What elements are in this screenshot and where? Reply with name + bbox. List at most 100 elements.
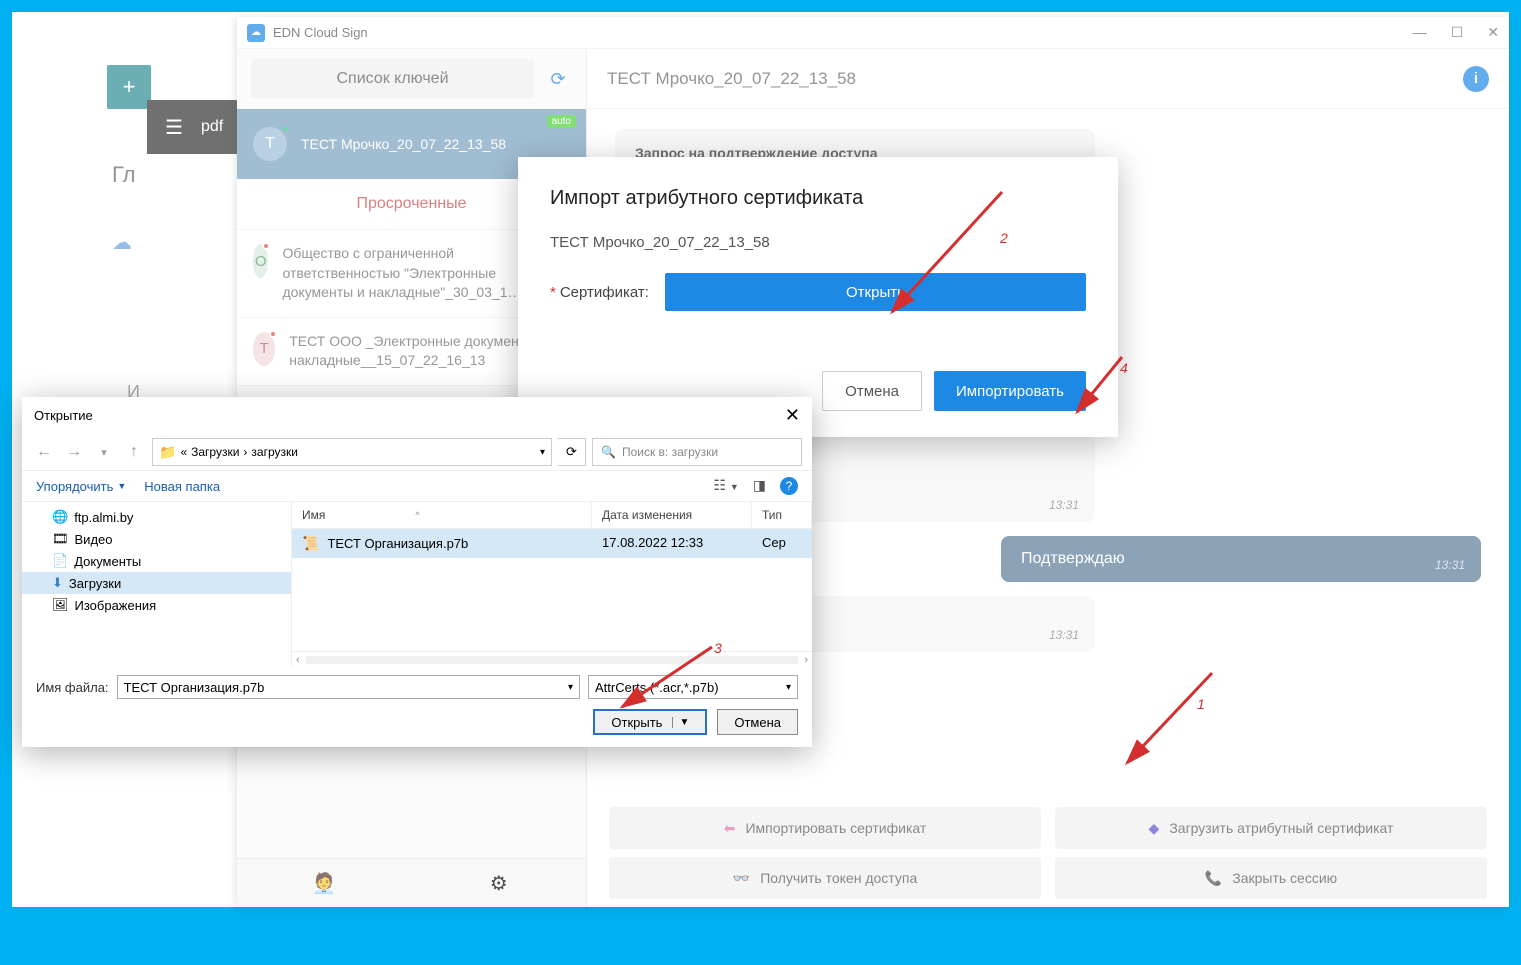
active-key-label: ТЕСТ Мрочко_20_07_22_13_58 <box>301 136 506 152</box>
page-title: ТЕСТ Мрочко_20_07_22_13_58 <box>607 69 856 89</box>
help-icon[interactable]: ? <box>780 477 798 495</box>
bg-text-gl: Гл <box>112 162 136 188</box>
col-date: Дата изменения <box>592 502 752 528</box>
modal-subtitle: ТЕСТ Мрочко_20_07_22_13_58 <box>550 234 1086 251</box>
filedlg-open-button[interactable]: Открыть ▼ <box>593 709 707 735</box>
token-icon: 👓 <box>733 870 750 887</box>
folder-icon: 📁 <box>159 444 176 461</box>
view-list-icon[interactable]: ☷ ▼ <box>713 477 738 495</box>
keylist-button[interactable]: Список ключей <box>251 59 534 99</box>
modal-title: Импорт атрибутного сертификата <box>550 187 1086 210</box>
filedlg-close-icon[interactable]: ✕ <box>785 405 800 426</box>
load-attr-label: Загрузить атрибутный сертификат <box>1169 820 1393 836</box>
filetype-select[interactable]: AttrCerts (*.acr,*.p7b) ▾ <box>588 675 798 699</box>
open-cert-button[interactable]: Открыть <box>665 273 1086 311</box>
image-icon: 🖼 <box>52 597 69 613</box>
file-open-dialog: Открытие ✕ ← → ▾ ↑ 📁 « Загрузки › загруз… <box>22 397 812 747</box>
confirm-time: 13:31 <box>1435 558 1465 572</box>
tree-item-documents[interactable]: 📄Документы <box>22 550 291 572</box>
close-session-button[interactable]: 📞 Закрыть сессию <box>1055 857 1487 899</box>
filedlg-cancel-button[interactable]: Отмена <box>717 709 798 735</box>
modal-cancel-button[interactable]: Отмена <box>822 371 922 411</box>
search-icon: 🔍 <box>601 445 616 459</box>
chevron-right-icon: › <box>243 445 247 459</box>
organize-menu[interactable]: Упорядочить ▼ <box>36 479 126 494</box>
globe-icon: 🌐 <box>52 509 68 525</box>
status-dot-green <box>281 125 289 133</box>
file-list-header[interactable]: Имя ^ Дата изменения Тип <box>292 502 812 529</box>
crumb-dropdown-icon[interactable]: ▾ <box>540 447 545 458</box>
close-session-icon: 📞 <box>1205 870 1222 887</box>
confirm-text: Подтверждаю <box>1021 550 1125 567</box>
crumb-refresh-icon[interactable]: ⟳ <box>558 438 586 466</box>
modal-import-button[interactable]: Импортировать <box>934 371 1086 411</box>
file-row-type: Сер <box>752 529 812 558</box>
file-row-date: 17.08.2022 12:33 <box>592 529 752 558</box>
nav-forward-icon[interactable]: → <box>62 440 86 464</box>
close-session-label: Закрыть сессию <box>1232 870 1337 886</box>
file-row[interactable]: 📜ТЕСТ Организация.p7b 17.08.2022 12:33 С… <box>292 529 812 558</box>
sort-asc-icon: ^ <box>415 510 419 520</box>
status-dot-red <box>269 330 277 338</box>
tree-item-video[interactable]: 🎞Видео <box>22 528 291 550</box>
window-title: EDN Cloud Sign <box>273 25 368 40</box>
hamburger-icon: ☰ <box>165 115 183 140</box>
search-placeholder: Поиск в: загрузки <box>622 445 718 459</box>
second-card-time: 13:31 <box>1049 628 1079 642</box>
nav-history-icon[interactable]: ▾ <box>92 440 116 464</box>
status-dot-red <box>262 242 270 250</box>
get-token-label: Получить токен доступа <box>760 870 917 886</box>
cert-label: Сертификат: <box>560 284 649 301</box>
crumb-prefix: « <box>180 445 187 459</box>
support-icon[interactable]: 🧑‍💼 <box>237 859 412 907</box>
crumb-2[interactable]: загрузки <box>251 445 298 459</box>
hamburger-menu[interactable]: ☰ pdf <box>147 100 247 154</box>
preview-pane-icon[interactable]: ◨ <box>753 477 766 495</box>
h-scrollbar[interactable]: ‹› <box>292 651 812 667</box>
auto-badge: auto <box>547 115 576 128</box>
filename-label: Имя файла: <box>36 680 109 695</box>
get-token-button[interactable]: 👓 Получить токен доступа <box>609 857 1041 899</box>
confirm-bubble: Подтверждаю 13:31 <box>1001 536 1481 582</box>
chevron-down-icon[interactable]: ▾ <box>786 682 791 693</box>
nav-back-icon[interactable]: ← <box>32 440 56 464</box>
request-card-time: 13:31 <box>1049 498 1079 512</box>
import-cert-button[interactable]: ⬅ Импортировать сертификат <box>609 807 1041 849</box>
crumb-1[interactable]: Загрузки <box>191 445 239 459</box>
refresh-icon[interactable]: ⟳ <box>544 65 572 93</box>
minimize-button[interactable]: — <box>1413 24 1427 41</box>
nav-up-icon[interactable]: ↑ <box>122 440 146 464</box>
filedlg-title: Открытие <box>34 408 93 423</box>
chevron-down-icon[interactable]: ▾ <box>568 682 573 693</box>
settings-icon[interactable]: ⚙ <box>412 859 587 907</box>
import-modal: Импорт атрибутного сертификата ТЕСТ Мроч… <box>518 157 1118 437</box>
col-type: Тип <box>752 502 812 528</box>
tree-item-downloads[interactable]: ⬇Загрузки <box>22 572 291 594</box>
breadcrumb[interactable]: 📁 « Загрузки › загрузки ▾ <box>152 438 552 466</box>
open-dropdown-icon[interactable]: ▼ <box>672 717 689 728</box>
cloud-icon: ☁ <box>112 230 132 255</box>
tree-item-ftp[interactable]: 🌐ftp.almi.by <box>22 506 291 528</box>
maximize-button[interactable]: ☐ <box>1451 24 1464 41</box>
search-input[interactable]: 🔍 Поиск в: загрузки <box>592 438 802 466</box>
import-cert-label: Импортировать сертификат <box>745 820 926 836</box>
add-button[interactable]: + <box>107 65 151 109</box>
doc-icon: 📄 <box>52 553 68 569</box>
download-icon: ⬇ <box>52 575 63 591</box>
close-button[interactable]: ✕ <box>1487 24 1499 41</box>
avatar-o-icon: O <box>253 244 268 278</box>
avatar-t2-icon: T <box>253 332 275 366</box>
video-icon: 🎞 <box>52 531 69 547</box>
info-icon[interactable]: i <box>1463 66 1489 92</box>
cert-file-icon: 📜 <box>302 535 319 552</box>
filename-input[interactable]: ТЕСТ Организация.p7b ▾ <box>117 675 580 699</box>
tree-item-images[interactable]: 🖼Изображения <box>22 594 291 616</box>
folder-tree: 🌐ftp.almi.by 🎞Видео 📄Документы ⬇Загрузки… <box>22 502 292 667</box>
col-name: Имя <box>302 508 325 522</box>
import-icon: ⬅ <box>724 820 736 837</box>
avatar-t-icon: T <box>253 127 287 161</box>
file-list: Имя ^ Дата изменения Тип 📜ТЕСТ Организаци… <box>292 502 812 667</box>
new-folder-button[interactable]: Новая папка <box>144 479 220 494</box>
load-attr-cert-button[interactable]: ◆ Загрузить атрибутный сертификат <box>1055 807 1487 849</box>
app-logo-icon: ☁ <box>247 24 265 42</box>
